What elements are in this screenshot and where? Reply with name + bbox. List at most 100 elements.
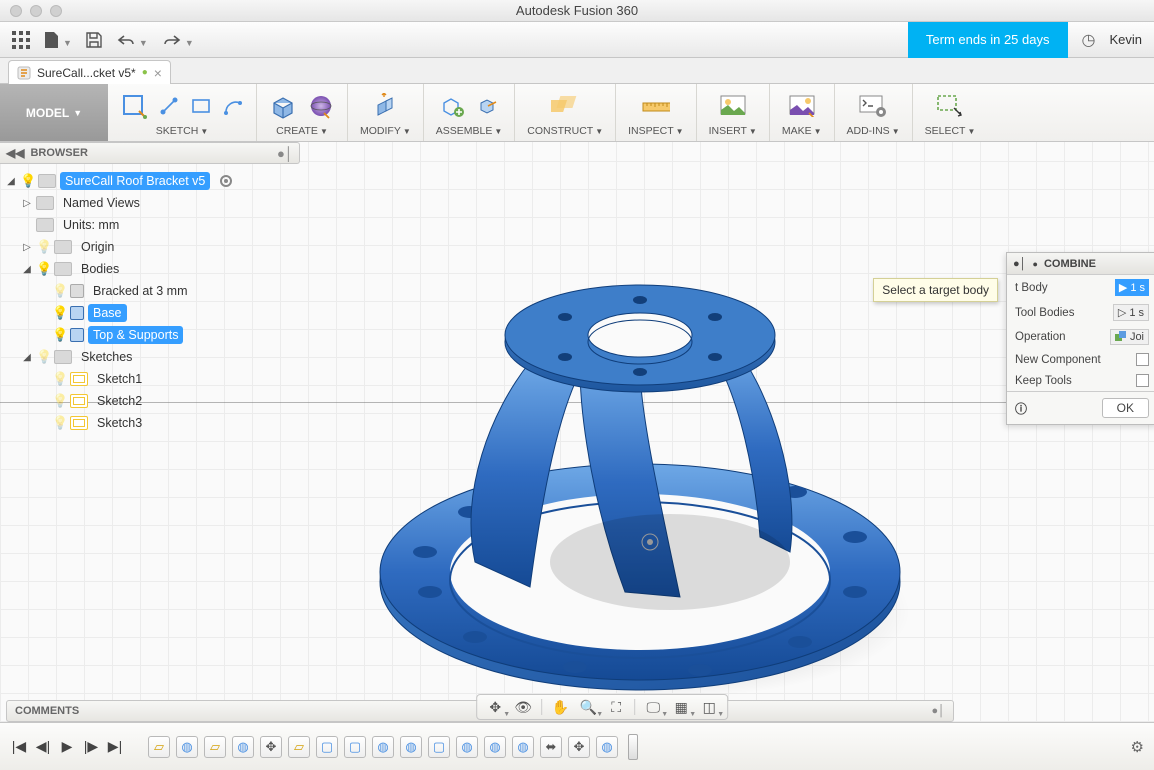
visibility-icon[interactable]: 💡 bbox=[20, 173, 34, 189]
zoom-button[interactable]: 🔍▼ bbox=[576, 697, 600, 717]
new-component-checkbox[interactable] bbox=[1136, 353, 1149, 366]
tree-sketch-item[interactable]: 💡 Sketch2 bbox=[4, 390, 296, 412]
tree-origin[interactable]: ▷ 💡 Origin bbox=[4, 236, 296, 258]
create-sketch-button[interactable] bbox=[120, 92, 148, 120]
timeline-end-button[interactable]: ▶| bbox=[106, 738, 124, 756]
account-name[interactable]: Kevin bbox=[1109, 32, 1142, 47]
timeline-feature[interactable]: ◍ bbox=[400, 736, 422, 758]
visibility-icon[interactable]: 💡 bbox=[52, 305, 66, 321]
info-icon[interactable]: ⓘ bbox=[1015, 400, 1027, 417]
tree-sketches[interactable]: ◢ 💡 Sketches bbox=[4, 346, 296, 368]
scripts-button[interactable] bbox=[859, 92, 887, 120]
expand-toggle-icon[interactable]: ▷ bbox=[22, 242, 32, 253]
visibility-icon[interactable]: 💡 bbox=[52, 393, 66, 409]
ribbon-group-label[interactable]: MAKE▼ bbox=[782, 125, 822, 137]
pan-button[interactable]: ✋ bbox=[548, 697, 572, 717]
zoom-window-icon[interactable] bbox=[50, 5, 62, 17]
close-tab-icon[interactable]: × bbox=[154, 65, 162, 81]
ribbon-group-label[interactable]: ADD-INS▼ bbox=[847, 125, 900, 137]
visibility-icon[interactable]: 💡 bbox=[52, 327, 66, 343]
rectangle-tool-button[interactable] bbox=[190, 95, 212, 117]
offset-plane-button[interactable] bbox=[551, 92, 579, 120]
timeline-step-back-button[interactable]: ◀| bbox=[34, 738, 52, 756]
timeline-feature[interactable]: ◍ bbox=[232, 736, 254, 758]
pin-panel-icon[interactable]: ●│ bbox=[277, 146, 293, 161]
ribbon-group-label[interactable]: SKETCH▼ bbox=[156, 125, 209, 137]
line-tool-button[interactable] bbox=[158, 95, 180, 117]
close-window-icon[interactable] bbox=[10, 5, 22, 17]
3d-print-button[interactable] bbox=[788, 92, 816, 120]
orbit-button[interactable]: ✥▼ bbox=[483, 697, 507, 717]
timeline-feature[interactable]: ◍ bbox=[484, 736, 506, 758]
timeline-feature[interactable]: ◍ bbox=[596, 736, 618, 758]
grid-settings-button[interactable]: ▦▼ bbox=[669, 697, 693, 717]
timeline-feature[interactable]: ◍ bbox=[372, 736, 394, 758]
measure-button[interactable] bbox=[642, 92, 670, 120]
visibility-icon[interactable]: 💡 bbox=[36, 239, 50, 255]
collapse-browser-icon[interactable]: ◀◀ bbox=[6, 146, 24, 160]
expand-toggle-icon[interactable]: ▷ bbox=[22, 198, 32, 209]
visibility-icon[interactable]: 💡 bbox=[52, 371, 66, 387]
expand-toggle-icon[interactable]: ◢ bbox=[6, 176, 16, 187]
tree-body-item[interactable]: 💡 Base bbox=[4, 302, 296, 324]
dialog-header[interactable]: ●│ ● COMBINE bbox=[1007, 253, 1154, 275]
timeline-feature[interactable]: ✥ bbox=[260, 736, 282, 758]
arc-tool-button[interactable] bbox=[222, 95, 244, 117]
undo-button[interactable]: ▼ bbox=[116, 33, 148, 47]
tree-named-views[interactable]: ▷ Named Views bbox=[4, 192, 296, 214]
visibility-icon[interactable]: 💡 bbox=[36, 261, 50, 277]
tree-body-item[interactable]: 💡 Bracked at 3 mm bbox=[4, 280, 296, 302]
subscription-banner[interactable]: Term ends in 25 days bbox=[908, 22, 1068, 58]
tree-sketch-item[interactable]: 💡 Sketch3 bbox=[4, 412, 296, 434]
ribbon-group-label[interactable]: CREATE▼ bbox=[276, 125, 328, 137]
ribbon-group-label[interactable]: MODIFY▼ bbox=[360, 125, 411, 137]
tree-body-item[interactable]: 💡 Top & Supports bbox=[4, 324, 296, 346]
visibility-icon[interactable]: 💡 bbox=[52, 283, 66, 299]
timeline-feature[interactable]: ◍ bbox=[176, 736, 198, 758]
timeline-feature[interactable]: ▱ bbox=[204, 736, 226, 758]
select-tool-button[interactable] bbox=[936, 92, 964, 120]
target-body-selector[interactable]: ▶ 1 s bbox=[1115, 279, 1149, 296]
timeline-feature[interactable]: ▱ bbox=[148, 736, 170, 758]
timeline-feature[interactable]: ▢ bbox=[344, 736, 366, 758]
expand-toggle-icon[interactable]: ◢ bbox=[22, 352, 32, 363]
pin-dialog-icon[interactable]: ●│ bbox=[1013, 258, 1027, 270]
visibility-icon[interactable]: 💡 bbox=[52, 415, 66, 431]
window-controls[interactable] bbox=[0, 5, 62, 17]
document-tab[interactable]: SureCall...cket v5* ● × bbox=[8, 60, 171, 84]
timeline-step-fwd-button[interactable]: |▶ bbox=[82, 738, 100, 756]
combine-dialog[interactable]: ●│ ● COMBINE t Body ▶ 1 s Tool Bodies ▷ … bbox=[1006, 252, 1154, 425]
timeline-feature[interactable]: ▢ bbox=[316, 736, 338, 758]
tree-sketch-item[interactable]: 💡 Sketch1 bbox=[4, 368, 296, 390]
workspace-switcher[interactable]: MODEL ▼ bbox=[0, 84, 108, 141]
press-pull-button[interactable] bbox=[371, 92, 399, 120]
activate-component-icon[interactable] bbox=[220, 175, 232, 187]
visibility-icon[interactable]: 💡 bbox=[36, 349, 50, 365]
timeline-feature[interactable]: ◍ bbox=[512, 736, 534, 758]
file-menu-button[interactable]: ▼ bbox=[44, 31, 72, 49]
tree-bodies[interactable]: ◢ 💡 Bodies bbox=[4, 258, 296, 280]
redo-button[interactable]: ▼ bbox=[162, 33, 194, 47]
pin-icon[interactable]: ●│ bbox=[931, 705, 945, 717]
save-button[interactable] bbox=[86, 32, 102, 48]
insert-decal-button[interactable] bbox=[719, 92, 747, 120]
tree-root[interactable]: ◢ 💡 SureCall Roof Bracket v5 bbox=[4, 170, 296, 192]
timeline-feature[interactable]: ▢ bbox=[428, 736, 450, 758]
new-component-button[interactable] bbox=[439, 92, 467, 120]
operation-dropdown[interactable]: Joi bbox=[1110, 329, 1149, 345]
joint-button[interactable] bbox=[477, 95, 499, 117]
browser-header[interactable]: ◀◀ BROWSER ●│ bbox=[0, 142, 300, 164]
expand-toggle-icon[interactable]: ◢ bbox=[22, 264, 32, 275]
timeline-playhead[interactable] bbox=[628, 734, 638, 760]
box-tool-button[interactable] bbox=[269, 92, 297, 120]
timeline-settings-icon[interactable]: ⚙ bbox=[1131, 738, 1144, 756]
fit-button[interactable]: ⛶ bbox=[604, 697, 628, 717]
timeline-feature[interactable]: ▱ bbox=[288, 736, 310, 758]
viewport-layout-button[interactable]: ◫▼ bbox=[697, 697, 721, 717]
ok-button[interactable]: OK bbox=[1102, 398, 1149, 418]
sphere-tool-button[interactable] bbox=[307, 92, 335, 120]
timeline-start-button[interactable]: |◀ bbox=[10, 738, 28, 756]
timeline-feature[interactable]: ◍ bbox=[456, 736, 478, 758]
tool-bodies-selector[interactable]: ▷ 1 s bbox=[1113, 304, 1149, 321]
minimize-window-icon[interactable] bbox=[30, 5, 42, 17]
